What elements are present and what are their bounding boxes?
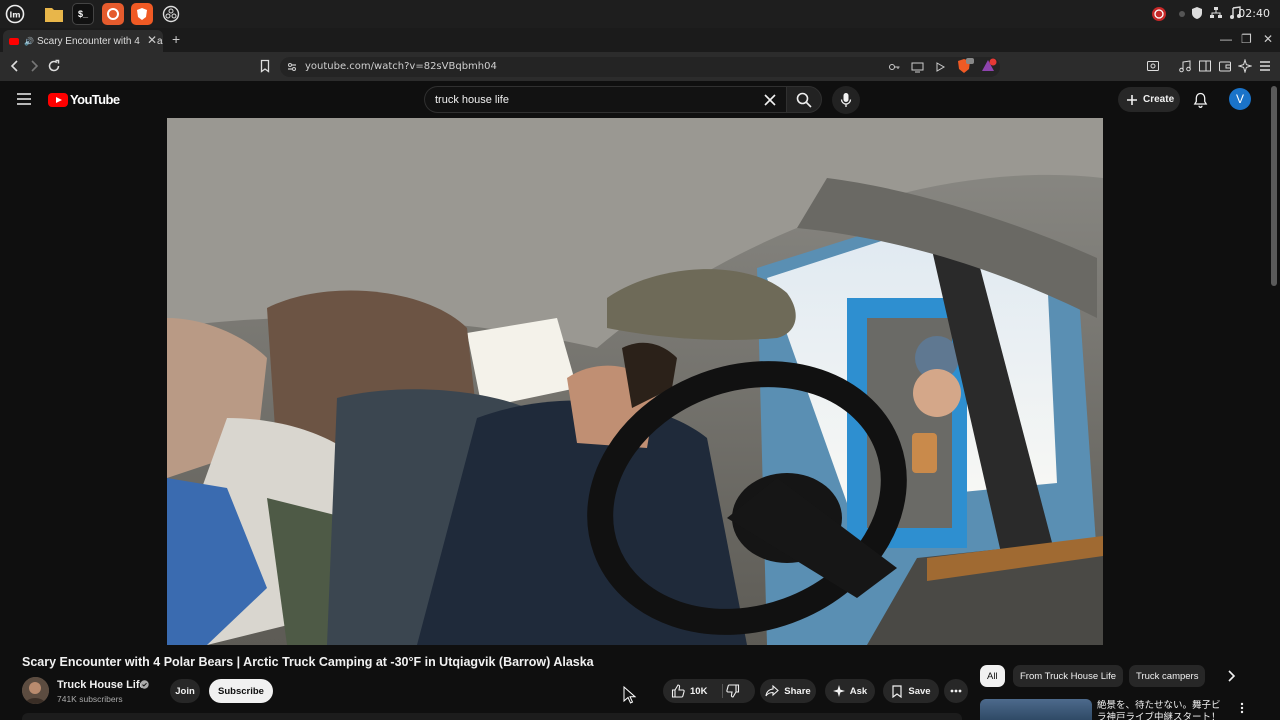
terminal-icon[interactable]: $_ [72, 3, 94, 25]
password-key-icon[interactable] [888, 61, 901, 73]
chip-all[interactable]: All [980, 665, 1005, 687]
video-player[interactable] [167, 118, 1103, 645]
obs-icon[interactable] [160, 3, 182, 25]
brave-browser-icon[interactable] [131, 3, 153, 25]
search-icon [796, 92, 812, 108]
join-button[interactable]: Join [170, 679, 200, 703]
brave-shields-icon[interactable] [956, 58, 974, 75]
share-label: Share [784, 685, 811, 697]
sparkle-icon [832, 685, 845, 697]
site-info-icon[interactable] [286, 61, 298, 73]
channel-name[interactable]: Truck House Life [57, 679, 146, 691]
youtube-logo-icon [48, 92, 68, 107]
chip-from-channel[interactable]: From Truck House Life [1013, 665, 1124, 687]
screenshot-icon[interactable] [1146, 59, 1162, 75]
voice-search-button[interactable] [832, 86, 860, 114]
close-tab-icon[interactable]: ✕ [142, 33, 157, 47]
save-button[interactable]: Save [883, 679, 939, 703]
create-label: Create [1143, 94, 1175, 105]
join-label: Join [175, 685, 195, 697]
brave-rewards-icon[interactable] [981, 58, 998, 74]
os-taskbar: lm $_ 02:40 [0, 0, 1280, 28]
ask-label: Ask [849, 685, 868, 697]
close-window-icon[interactable]: ✕ [1263, 32, 1273, 46]
like-button[interactable]: 10K [671, 679, 707, 703]
create-button[interactable]: Create [1118, 87, 1180, 112]
svg-text:lm: lm [9, 11, 20, 20]
more-horizontal-icon [950, 689, 962, 693]
recommended-video-title[interactable]: 絶景を、待たせない。舞子ビラ神戸ライブ中継スタート！明 [1097, 700, 1227, 720]
browser-tab-strip: 🔊 Scary Encounter with 4 Polar Bears | A… [0, 28, 1280, 52]
reload-icon[interactable] [47, 59, 63, 75]
thumbs-up-icon [671, 684, 685, 698]
music-icon[interactable] [1178, 59, 1194, 75]
youtube-masthead: YouTube truck house life Create V [0, 81, 1280, 118]
update-tray-icon[interactable] [1174, 6, 1190, 22]
youtube-logo[interactable]: YouTube [48, 92, 120, 107]
page-scrollbar[interactable] [1271, 86, 1277, 286]
audio-playing-icon[interactable]: 🔊 [24, 37, 34, 46]
mouse-cursor-icon [623, 686, 637, 704]
bookmark-icon[interactable] [258, 59, 274, 75]
guide-menu-icon[interactable] [17, 93, 31, 105]
restore-window-icon[interactable]: ❐ [1241, 32, 1252, 46]
chip-truck-campers[interactable]: Truck campers [1129, 665, 1206, 687]
sidebar-icon[interactable] [1198, 59, 1214, 75]
channel-avatar[interactable] [22, 677, 49, 704]
forward-icon[interactable] [27, 59, 43, 75]
minimize-window-icon[interactable]: — [1220, 32, 1232, 46]
chips-next-icon[interactable] [1225, 670, 1237, 682]
shield-tray-icon[interactable] [1190, 6, 1206, 22]
address-bar[interactable]: youtube.com/watch?v=82sVBqbmh04 [280, 57, 1000, 77]
cast-icon[interactable] [911, 61, 924, 73]
new-tab-button[interactable]: + [172, 31, 180, 47]
thumbs-down-icon [726, 684, 740, 698]
media-play-icon[interactable] [934, 61, 946, 73]
obs-tray-icon[interactable] [1151, 6, 1167, 22]
subscriber-count: 741K subscribers [57, 694, 123, 704]
more-actions-button[interactable] [944, 679, 968, 703]
menu-icon[interactable] [1258, 59, 1274, 75]
search-input[interactable]: truck house life [424, 86, 786, 113]
microphone-icon [840, 93, 852, 107]
video-title: Scary Encounter with 4 Polar Bears | Arc… [22, 655, 594, 669]
search-button[interactable] [786, 86, 822, 113]
account-avatar[interactable]: V [1229, 88, 1251, 110]
linux-mint-menu-icon[interactable]: lm [4, 3, 26, 25]
save-label: Save [908, 685, 931, 697]
subscribe-label: Subscribe [218, 685, 264, 697]
youtube-logo-text: YouTube [70, 92, 120, 107]
firefox-icon[interactable] [102, 3, 124, 25]
like-dislike-divider [722, 684, 723, 698]
url-text: youtube.com/watch?v=82sVBqbmh04 [305, 61, 497, 72]
subscribe-button[interactable]: Subscribe [209, 679, 273, 703]
back-icon[interactable] [8, 59, 24, 75]
youtube-favicon-icon [9, 37, 19, 45]
ask-button[interactable]: Ask [825, 679, 875, 703]
file-manager-icon[interactable] [43, 3, 65, 25]
save-bookmark-icon [892, 684, 903, 698]
recommended-video-thumbnail[interactable] [980, 699, 1092, 720]
clock[interactable]: 02:40 [1238, 7, 1270, 20]
leo-ai-icon[interactable] [1238, 59, 1254, 75]
notifications-bell-icon[interactable] [1193, 92, 1208, 108]
wallet-icon[interactable] [1218, 59, 1234, 75]
verified-badge-icon [140, 680, 149, 689]
description-box[interactable] [22, 713, 962, 720]
network-tray-icon[interactable] [1209, 6, 1225, 22]
clear-search-icon[interactable] [764, 94, 776, 106]
browser-toolbar: youtube.com/watch?v=82sVBqbmh04 [0, 52, 1280, 81]
like-count: 10K [690, 685, 708, 697]
browser-tab[interactable]: 🔊 Scary Encounter with 4 Polar Bears | A… [3, 30, 163, 52]
plus-icon [1127, 94, 1137, 105]
share-button[interactable]: Share [760, 679, 816, 703]
video-frame-image [167, 118, 1103, 645]
search-query: truck house life [435, 94, 509, 106]
dislike-button[interactable] [726, 684, 740, 698]
like-dislike-group: 10K [663, 679, 755, 703]
recommended-more-icon[interactable] [1240, 702, 1244, 714]
share-icon [765, 685, 780, 697]
